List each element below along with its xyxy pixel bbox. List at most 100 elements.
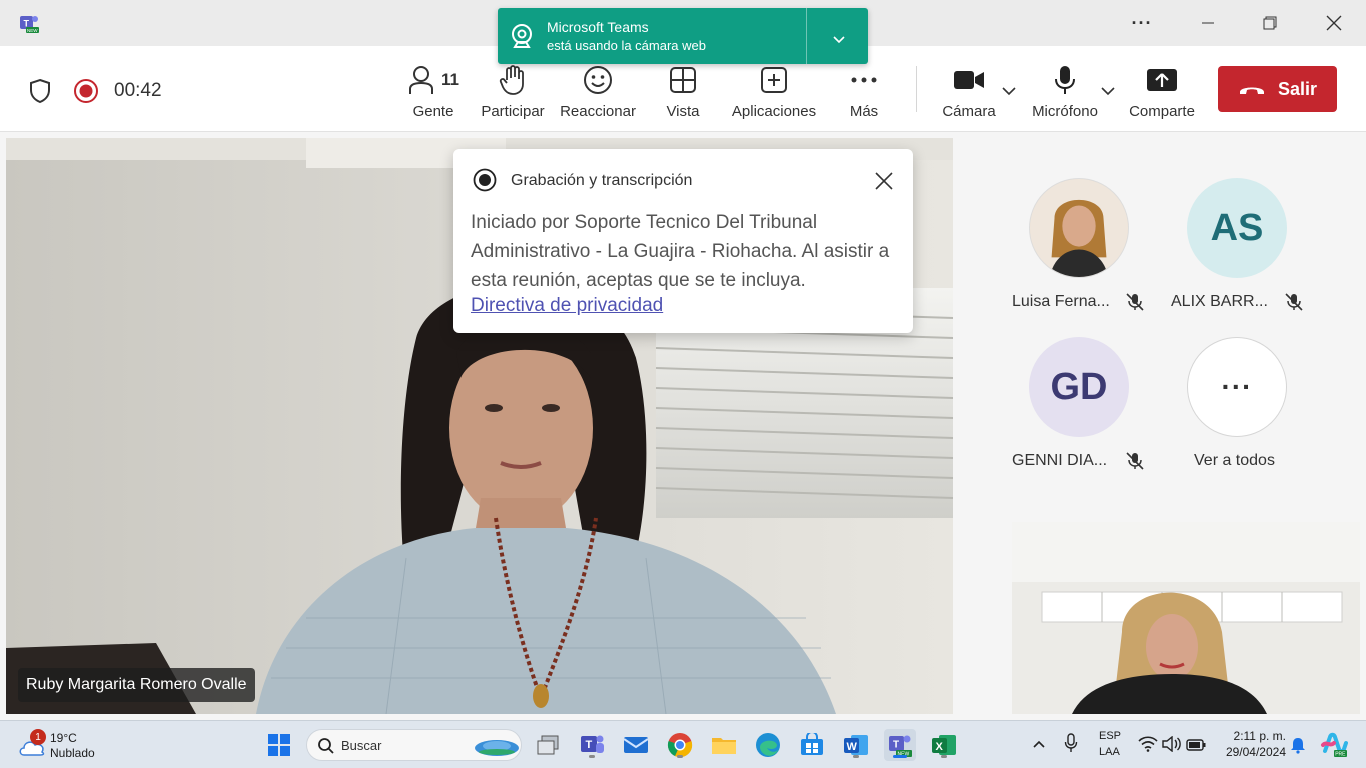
- participant-name-luisa: Luisa Ferna...: [1012, 293, 1110, 310]
- camera-options-chevron-icon[interactable]: [1001, 84, 1017, 102]
- folder-icon: [712, 738, 736, 754]
- toast-expand-chevron-icon[interactable]: [832, 32, 846, 50]
- add-app-icon: [761, 67, 787, 93]
- hang-up-icon: [1239, 87, 1264, 94]
- start-button[interactable]: [263, 729, 295, 761]
- windows-taskbar: 1 19°C Nublado Buscar T W TNEW X: [0, 720, 1366, 768]
- avatar-genni[interactable]: GD: [1029, 337, 1129, 437]
- wifi-icon[interactable]: [1138, 736, 1158, 757]
- weather-widget[interactable]: 1 19°C Nublado: [16, 729, 116, 761]
- svg-text:W: W: [847, 741, 858, 753]
- weather-temp: 19°C: [50, 731, 77, 745]
- running-indicator: [941, 755, 947, 758]
- notifications-bell-icon[interactable]: [1289, 736, 1307, 759]
- record-icon: [473, 168, 497, 197]
- camera-button[interactable]: Cámara: [936, 46, 1002, 132]
- raise-hand-label: Participar: [481, 103, 545, 120]
- clock-date[interactable]: 29/04/2024: [1218, 745, 1286, 759]
- participant-name-alix: ALIX BARR...: [1171, 293, 1268, 310]
- task-view-button[interactable]: [532, 729, 564, 761]
- show-hidden-icons-chevron-icon[interactable]: [1032, 736, 1046, 754]
- clock-time[interactable]: 2:11 p. m.: [1218, 729, 1286, 743]
- search-highlight-icon: [475, 740, 519, 756]
- taskbar-mail[interactable]: [620, 729, 652, 761]
- share-label: Comparte: [1129, 103, 1195, 120]
- mic-off-icon: [1126, 293, 1144, 311]
- share-button[interactable]: Comparte: [1124, 46, 1200, 132]
- running-indicator: [677, 755, 683, 758]
- toast-title: Microsoft Teams: [547, 19, 649, 35]
- react-label: Reaccionar: [560, 103, 636, 120]
- taskbar-excel[interactable]: X: [928, 729, 960, 761]
- recording-notice-body: Iniciado por Soporte Tecnico Del Tribuna…: [471, 212, 890, 291]
- search-placeholder: Buscar: [341, 738, 382, 753]
- excel-icon: X: [932, 735, 956, 755]
- active-indicator: [893, 755, 907, 758]
- taskbar-chrome[interactable]: [664, 729, 696, 761]
- shield-icon[interactable]: [28, 78, 52, 109]
- privacy-policy-link[interactable]: Directiva de privacidad: [471, 295, 663, 317]
- svg-text:X: X: [936, 741, 944, 753]
- restore-icon: [1263, 16, 1277, 30]
- more-options-label: ···: [1131, 12, 1153, 33]
- microphone-options-chevron-icon[interactable]: [1100, 84, 1116, 102]
- svg-text:PRE: PRE: [1335, 752, 1346, 758]
- svg-text:T: T: [586, 739, 593, 751]
- mic-off-icon: [1285, 293, 1303, 311]
- taskbar-teams-classic[interactable]: T: [576, 729, 608, 761]
- close-notice-button[interactable]: [874, 171, 894, 196]
- more-label: Más: [849, 103, 879, 120]
- self-video-feed[interactable]: [1012, 522, 1360, 714]
- raise-hand-icon: [499, 65, 524, 95]
- recording-notice-dialog: Grabación y transcripción Iniciado por S…: [453, 149, 913, 333]
- camera-icon: [954, 71, 984, 89]
- people-icon: [409, 66, 433, 94]
- battery-icon[interactable]: [1186, 738, 1206, 756]
- tray-microphone-icon[interactable]: [1064, 733, 1078, 758]
- participant-name-genni: GENNI DIA...: [1012, 452, 1108, 469]
- search-icon: [318, 738, 334, 754]
- taskbar-word[interactable]: W: [840, 729, 872, 761]
- avatar-alix[interactable]: AS: [1187, 178, 1287, 278]
- edge-icon: [756, 733, 780, 757]
- language-indicator-top[interactable]: ESP: [1099, 730, 1121, 742]
- weather-desc: Nublado: [50, 746, 95, 760]
- view-all-button[interactable]: ···: [1187, 337, 1287, 437]
- recording-indicator-icon: [73, 78, 99, 109]
- language-indicator-bottom[interactable]: LAA: [1099, 746, 1120, 758]
- main-participant-name: Ruby Margarita Romero Ovalle: [18, 668, 255, 702]
- taskbar-search[interactable]: Buscar: [306, 729, 522, 761]
- weather-badge: 1: [30, 729, 46, 745]
- svg-text:T: T: [893, 740, 899, 751]
- task-view-icon: [537, 735, 559, 755]
- avatar-luisa[interactable]: [1029, 178, 1129, 278]
- share-icon: [1147, 69, 1177, 91]
- people-count: 11: [441, 70, 459, 89]
- running-indicator: [853, 755, 859, 758]
- camera-in-use-toast[interactable]: Microsoft Teams está usando la cámara we…: [498, 8, 868, 64]
- copilot-icon[interactable]: PRE: [1320, 731, 1348, 764]
- mail-icon: [623, 737, 649, 753]
- people-button[interactable]: 11 Gente: [398, 46, 468, 132]
- view-all-more-icon: ···: [1221, 371, 1253, 402]
- restore-button[interactable]: [1238, 0, 1302, 46]
- taskbar-edge[interactable]: [752, 729, 784, 761]
- participant-photo: [1030, 179, 1128, 277]
- smiley-icon: [584, 66, 612, 94]
- avatar-initials-genni: GD: [1050, 365, 1108, 408]
- view-label: Vista: [666, 103, 700, 120]
- taskbar-file-explorer[interactable]: [708, 729, 740, 761]
- more-options-button[interactable]: ···: [1110, 0, 1174, 46]
- people-label: Gente: [412, 103, 454, 120]
- taskbar-teams-new[interactable]: TNEW: [884, 729, 916, 761]
- self-video-image: [1012, 522, 1360, 714]
- running-indicator: [589, 755, 595, 758]
- close-window-button[interactable]: [1302, 0, 1366, 46]
- volume-icon[interactable]: [1162, 735, 1182, 757]
- taskbar-store[interactable]: [796, 729, 828, 761]
- close-icon: [875, 172, 893, 190]
- microphone-button[interactable]: Micrófono: [1026, 46, 1104, 132]
- view-all-label: Ver a todos: [1194, 452, 1275, 469]
- minimize-button[interactable]: [1176, 0, 1240, 46]
- leave-button[interactable]: Salir: [1218, 66, 1337, 112]
